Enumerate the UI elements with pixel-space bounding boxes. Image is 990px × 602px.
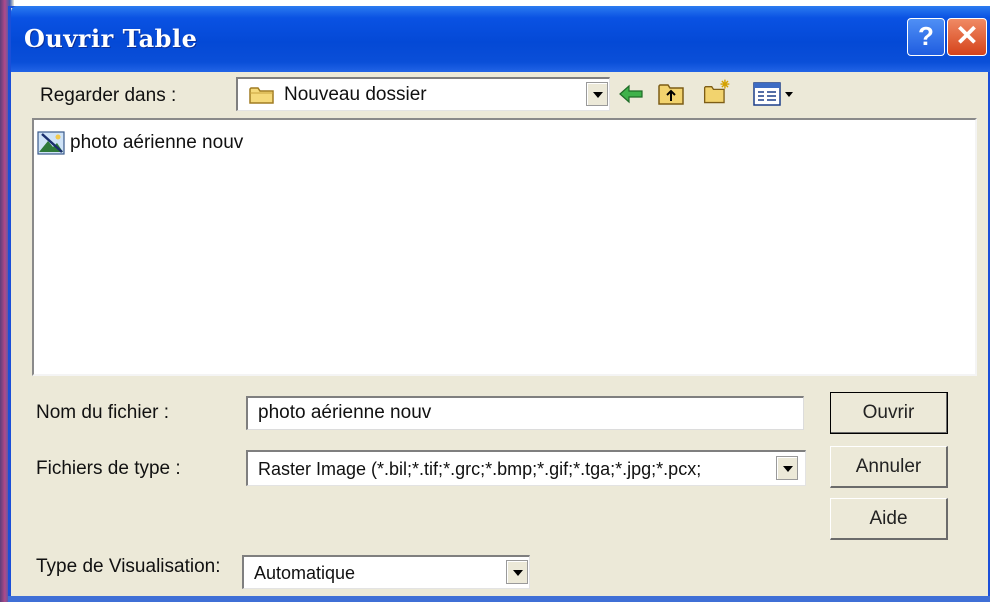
new-folder-icon[interactable] [702, 77, 732, 107]
view-type-dropdown-button[interactable] [506, 560, 528, 584]
help-button[interactable]: Aide [830, 498, 948, 540]
file-type-value: Raster Image (*.bil;*.tif;*.grc;*.bmp;*.… [258, 459, 702, 479]
window-title: Ouvrir Table [24, 24, 198, 53]
close-button[interactable]: ✕ [947, 18, 987, 56]
window-bottom-border [8, 596, 990, 602]
file-list[interactable]: photo aérienne nouv [32, 118, 977, 376]
file-name-input[interactable]: photo aérienne nouv [246, 396, 804, 430]
look-in-label: Regarder dans : [40, 85, 177, 106]
open-button[interactable]: Ouvrir [830, 392, 948, 434]
view-type-label: Type de Visualisation: [36, 556, 221, 577]
file-type-select[interactable]: Raster Image (*.bil;*.tif;*.grc;*.bmp;*.… [246, 450, 806, 486]
file-type-dropdown-button[interactable] [776, 456, 798, 480]
view-menu-icon[interactable] [752, 80, 798, 108]
file-name-field-label: Nom du fichier : [36, 402, 170, 423]
help-title-button[interactable]: ? [907, 18, 945, 56]
cancel-button[interactable]: Annuler [830, 446, 948, 488]
file-name-label: photo aérienne nouv [70, 132, 244, 153]
folder-icon [249, 87, 274, 104]
look-in-combo[interactable]: Nouveau dossier [236, 77, 610, 111]
raster-image-file-icon [37, 131, 65, 155]
look-in-dropdown-button[interactable] [586, 82, 608, 106]
file-type-label: Fichiers de type : [36, 458, 181, 479]
view-type-value: Automatique [254, 563, 356, 583]
view-type-select[interactable]: Automatique [242, 555, 530, 589]
look-in-value: Nouveau dossier [284, 84, 427, 105]
up-folder-icon[interactable] [656, 79, 686, 109]
list-item[interactable]: photo aérienne nouv [36, 128, 316, 158]
back-arrow-icon[interactable] [616, 79, 646, 109]
